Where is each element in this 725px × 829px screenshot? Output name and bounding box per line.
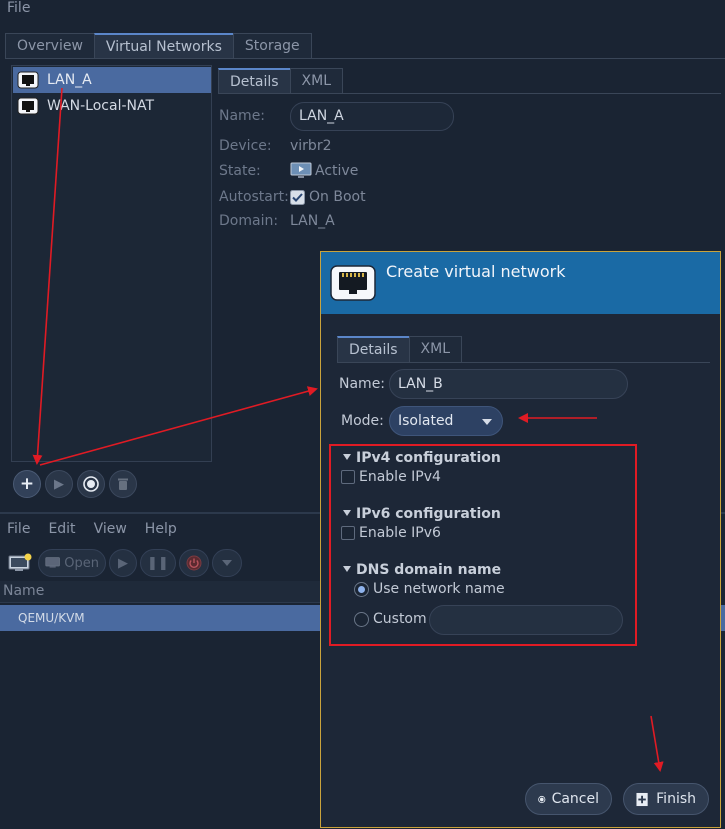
network-name-field[interactable]: LAN_A — [290, 102, 454, 131]
state-text: Active — [315, 162, 359, 179]
chevron-down-icon — [221, 560, 232, 566]
ethernet-port-icon — [17, 97, 39, 115]
stop-circle-icon — [83, 476, 99, 492]
power-icon — [186, 555, 202, 571]
main-menubar: File Edit View Help — [7, 521, 177, 537]
state-label: State: — [219, 163, 261, 179]
delete-network-button[interactable] — [109, 470, 137, 498]
name-label: Name: — [339, 376, 386, 392]
name-label: Name: — [219, 108, 266, 124]
network-list[interactable]: LAN_A WAN-Local-NAT — [11, 65, 212, 462]
connection-tabs: Overview Virtual Networks Storage — [5, 33, 312, 59]
annotation-highlight-box — [329, 444, 637, 646]
menu-file[interactable]: File — [7, 521, 30, 537]
tab-overview[interactable]: Overview — [5, 33, 95, 59]
mode-select[interactable]: Isolated — [389, 406, 503, 436]
network-item-wan-local-nat[interactable]: WAN-Local-NAT — [13, 93, 211, 119]
cancel-circle-icon — [538, 795, 546, 803]
dialog-header: Create virtual network — [321, 252, 720, 314]
stop-network-button[interactable] — [77, 470, 105, 498]
menu-edit[interactable]: Edit — [48, 521, 75, 537]
add-network-button[interactable]: + — [13, 470, 41, 498]
trash-icon — [118, 478, 128, 490]
menu-file[interactable]: File — [7, 0, 30, 16]
open-label: Open — [64, 555, 99, 571]
shutdown-menu-button[interactable] — [211, 549, 242, 577]
tab-details[interactable]: Details — [337, 336, 410, 362]
new-vm-monitor-icon — [8, 553, 32, 571]
new-document-icon — [636, 792, 648, 806]
network-item-lan-a[interactable]: LAN_A — [13, 67, 211, 93]
network-name-input[interactable]: LAN_B — [389, 369, 628, 399]
new-vm-button[interactable] — [5, 549, 35, 577]
tab-xml[interactable]: XML — [408, 336, 463, 362]
finish-button[interactable]: Finish — [623, 783, 709, 815]
pause-vm-button[interactable]: ❚❚ — [140, 549, 176, 577]
chevron-down-icon — [482, 419, 492, 425]
tab-divider — [337, 362, 710, 363]
shutdown-vm-button[interactable] — [178, 549, 209, 577]
tab-virtual-networks[interactable]: Virtual Networks — [93, 33, 234, 59]
cancel-label: Cancel — [551, 791, 599, 807]
tab-details[interactable]: Details — [218, 68, 291, 94]
network-item-label: WAN-Local-NAT — [47, 98, 155, 114]
ethernet-port-icon — [17, 71, 39, 89]
play-icon: ▶ — [54, 476, 64, 492]
autostart-checkbox[interactable]: On Boot — [290, 189, 366, 205]
dialog-tabs: Details XML — [337, 336, 463, 362]
dialog-title: Create virtual network — [386, 262, 566, 281]
device-value: virbr2 — [290, 138, 332, 154]
start-network-button[interactable]: ▶ — [45, 470, 73, 498]
create-network-dialog: Create virtual network Details XML Name:… — [320, 251, 721, 828]
play-icon: ▶ — [118, 555, 128, 571]
finish-label: Finish — [656, 791, 696, 807]
tab-divider — [218, 93, 721, 94]
menu-help[interactable]: Help — [145, 521, 177, 537]
state-value: Active — [290, 162, 358, 179]
autostart-label: Autostart: — [219, 189, 289, 205]
column-header-name[interactable]: Name — [0, 581, 320, 603]
open-vm-button[interactable]: Open — [38, 549, 106, 577]
mode-selected-value: Isolated — [398, 413, 454, 429]
tab-divider — [5, 58, 725, 59]
checkbox-checked-icon — [290, 189, 305, 205]
cancel-button[interactable]: Cancel — [525, 783, 612, 815]
monitor-play-icon — [290, 162, 312, 178]
autostart-text: On Boot — [309, 189, 366, 205]
ethernet-port-icon — [330, 265, 376, 301]
menu-view[interactable]: View — [94, 521, 127, 537]
network-detail-tabs: Details XML — [218, 68, 344, 94]
main-toolbar: Open ▶ ❚❚ — [5, 548, 242, 578]
monitor-icon — [45, 557, 60, 568]
tab-storage[interactable]: Storage — [232, 33, 312, 59]
domain-value: LAN_A — [290, 213, 335, 229]
pause-icon: ❚❚ — [147, 555, 169, 571]
plus-icon: + — [19, 473, 35, 494]
mode-label: Mode: — [341, 413, 384, 429]
domain-label: Domain: — [219, 213, 279, 229]
device-label: Device: — [219, 138, 272, 154]
network-item-label: LAN_A — [47, 72, 92, 88]
tab-xml[interactable]: XML — [289, 68, 344, 94]
connection-row-qemu-kvm[interactable]: QEMU/KVM — [0, 605, 320, 631]
run-vm-button[interactable]: ▶ — [109, 549, 137, 577]
